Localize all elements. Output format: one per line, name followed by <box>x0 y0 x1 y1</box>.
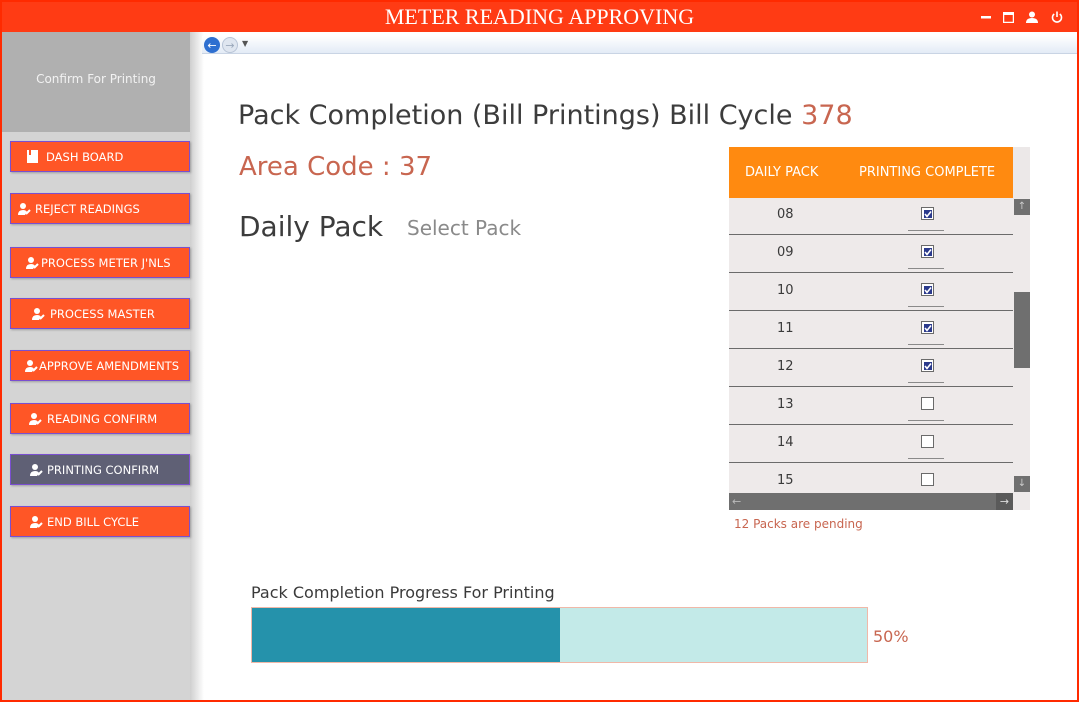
progress-bar <box>251 607 868 663</box>
nav-process-meter-jnls-button[interactable]: PROCESS METER J'NLS <box>10 247 190 278</box>
forward-icon[interactable]: → <box>222 37 238 53</box>
daily-pack-cell: 14 <box>777 435 794 450</box>
bill-cycle-number: 378 <box>801 100 853 131</box>
table-row[interactable]: 09 <box>729 235 1013 273</box>
table-row[interactable]: 10 <box>729 273 1013 311</box>
power-icon[interactable] <box>1048 8 1066 26</box>
progress-label: Pack Completion Progress For Printing <box>251 583 555 602</box>
pack-grid: DAILY PACK PRINTING COMPLETE 08 09 10 11 12 1… <box>729 147 1030 510</box>
printing-complete-checkbox[interactable] <box>921 207 934 220</box>
scroll-right-icon[interactable]: → <box>996 493 1013 510</box>
grid-header-spacer <box>1013 147 1030 198</box>
horizontal-scrollbar[interactable]: ← → <box>729 493 1013 510</box>
printing-complete-checkbox[interactable] <box>921 397 934 410</box>
title-bar: METER READING APPROVING <box>2 2 1077 32</box>
daily-pack-cell: 08 <box>777 207 794 222</box>
daily-pack-cell: 11 <box>777 321 794 336</box>
user-edit-icon <box>29 463 43 477</box>
scroll-left-icon[interactable]: ← <box>732 493 741 510</box>
nav-label: PRINTING CONFIRM <box>47 462 160 477</box>
grid-header: DAILY PACK PRINTING COMPLETE <box>729 147 1013 198</box>
user-edit-icon <box>17 202 31 216</box>
user-edit-icon <box>31 307 45 321</box>
column-header-printing-complete[interactable]: PRINTING COMPLETE <box>859 165 995 180</box>
sidebar-header-label: Confirm For Printing <box>36 72 156 86</box>
progress-bar-fill <box>252 608 560 662</box>
nav-reading-confirm-button[interactable]: READING CONFIRM <box>10 403 190 434</box>
nav-label: REJECT READINGS <box>35 201 140 216</box>
history-dropdown-icon[interactable]: ▼ <box>242 39 248 48</box>
nav-reject-readings-button[interactable]: REJECT READINGS <box>10 193 190 224</box>
nav-label: READING CONFIRM <box>47 411 158 426</box>
nav-process-master-button[interactable]: PROCESS MASTER <box>10 298 190 329</box>
minimize-icon[interactable] <box>977 8 995 26</box>
table-row[interactable]: 08 <box>729 197 1013 235</box>
cell-underline <box>908 230 944 231</box>
area-code: Area Code : 37 <box>239 152 433 182</box>
user-edit-icon <box>24 359 38 373</box>
pending-packs-text: 12 Packs are pending <box>734 517 863 531</box>
daily-pack-cell: 13 <box>777 397 794 412</box>
daily-pack-cell: 10 <box>777 283 794 298</box>
sidebar-shadow <box>190 32 204 700</box>
scroll-thumb[interactable] <box>1014 292 1030 368</box>
daily-pack-cell: 12 <box>777 359 794 374</box>
cell-underline <box>908 306 944 307</box>
printing-complete-checkbox[interactable] <box>921 435 934 448</box>
app-window: METER READING APPROVING Confirm For Prin… <box>0 0 1079 702</box>
page-title-text: Pack Completion (Bill Printings) Bill Cy… <box>238 100 793 131</box>
cell-underline <box>908 458 944 459</box>
daily-pack-cell: 09 <box>777 245 794 260</box>
maximize-icon[interactable] <box>999 8 1017 26</box>
user-icon[interactable] <box>1023 8 1041 26</box>
scroll-down-icon[interactable]: ↓ <box>1014 476 1030 492</box>
printing-complete-checkbox[interactable] <box>921 283 934 296</box>
nav-printing-confirm-button[interactable]: PRINTING CONFIRM <box>10 454 190 485</box>
daily-pack-cell: 15 <box>777 473 794 488</box>
nav-label: END BILL CYCLE <box>47 514 140 529</box>
printing-complete-checkbox[interactable] <box>921 245 934 258</box>
printing-complete-checkbox[interactable] <box>921 321 934 334</box>
printing-complete-checkbox[interactable] <box>921 359 934 372</box>
cell-underline <box>908 268 944 269</box>
column-header-daily-pack[interactable]: DAILY PACK <box>745 165 818 180</box>
daily-pack-label: Daily Pack <box>239 210 384 243</box>
table-row[interactable]: 14 <box>729 425 1013 463</box>
table-row[interactable]: 12 <box>729 349 1013 387</box>
table-row[interactable]: 13 <box>729 387 1013 425</box>
progress-percent: 50% <box>873 627 909 646</box>
cell-underline <box>908 382 944 383</box>
nav-label: DASH BOARD <box>46 149 124 164</box>
user-edit-icon <box>25 256 39 270</box>
nav-label: PROCESS METER J'NLS <box>41 255 171 270</box>
scroll-up-icon[interactable]: ↑ <box>1014 199 1030 215</box>
cell-underline <box>908 344 944 345</box>
sidebar-header: Confirm For Printing <box>2 32 190 132</box>
nav-end-bill-cycle-button[interactable]: END BILL CYCLE <box>10 506 190 537</box>
page-title: Pack Completion (Bill Printings) Bill Cy… <box>238 100 853 131</box>
navigation-bar: ← → ▼ <box>202 36 1077 54</box>
nav-label: APPROVE AMENDMENTS <box>39 358 179 373</box>
user-edit-icon <box>29 515 43 529</box>
nav-approve-amendments-button[interactable]: APPROVE AMENDMENTS <box>10 350 190 381</box>
printing-complete-checkbox[interactable] <box>921 473 934 486</box>
cell-underline <box>908 420 944 421</box>
user-edit-icon <box>28 412 42 426</box>
nav-label: PROCESS MASTER <box>50 306 155 321</box>
nav-dash-board-button[interactable]: DASH BOARD <box>10 141 190 172</box>
select-pack-dropdown[interactable]: Select Pack <box>407 216 521 240</box>
back-icon[interactable]: ← <box>204 37 220 53</box>
table-row[interactable]: 11 <box>729 311 1013 349</box>
document-icon <box>25 150 39 164</box>
vertical-scrollbar[interactable]: ↑ ↓ <box>1013 198 1030 510</box>
window-title: METER READING APPROVING <box>384 4 695 29</box>
